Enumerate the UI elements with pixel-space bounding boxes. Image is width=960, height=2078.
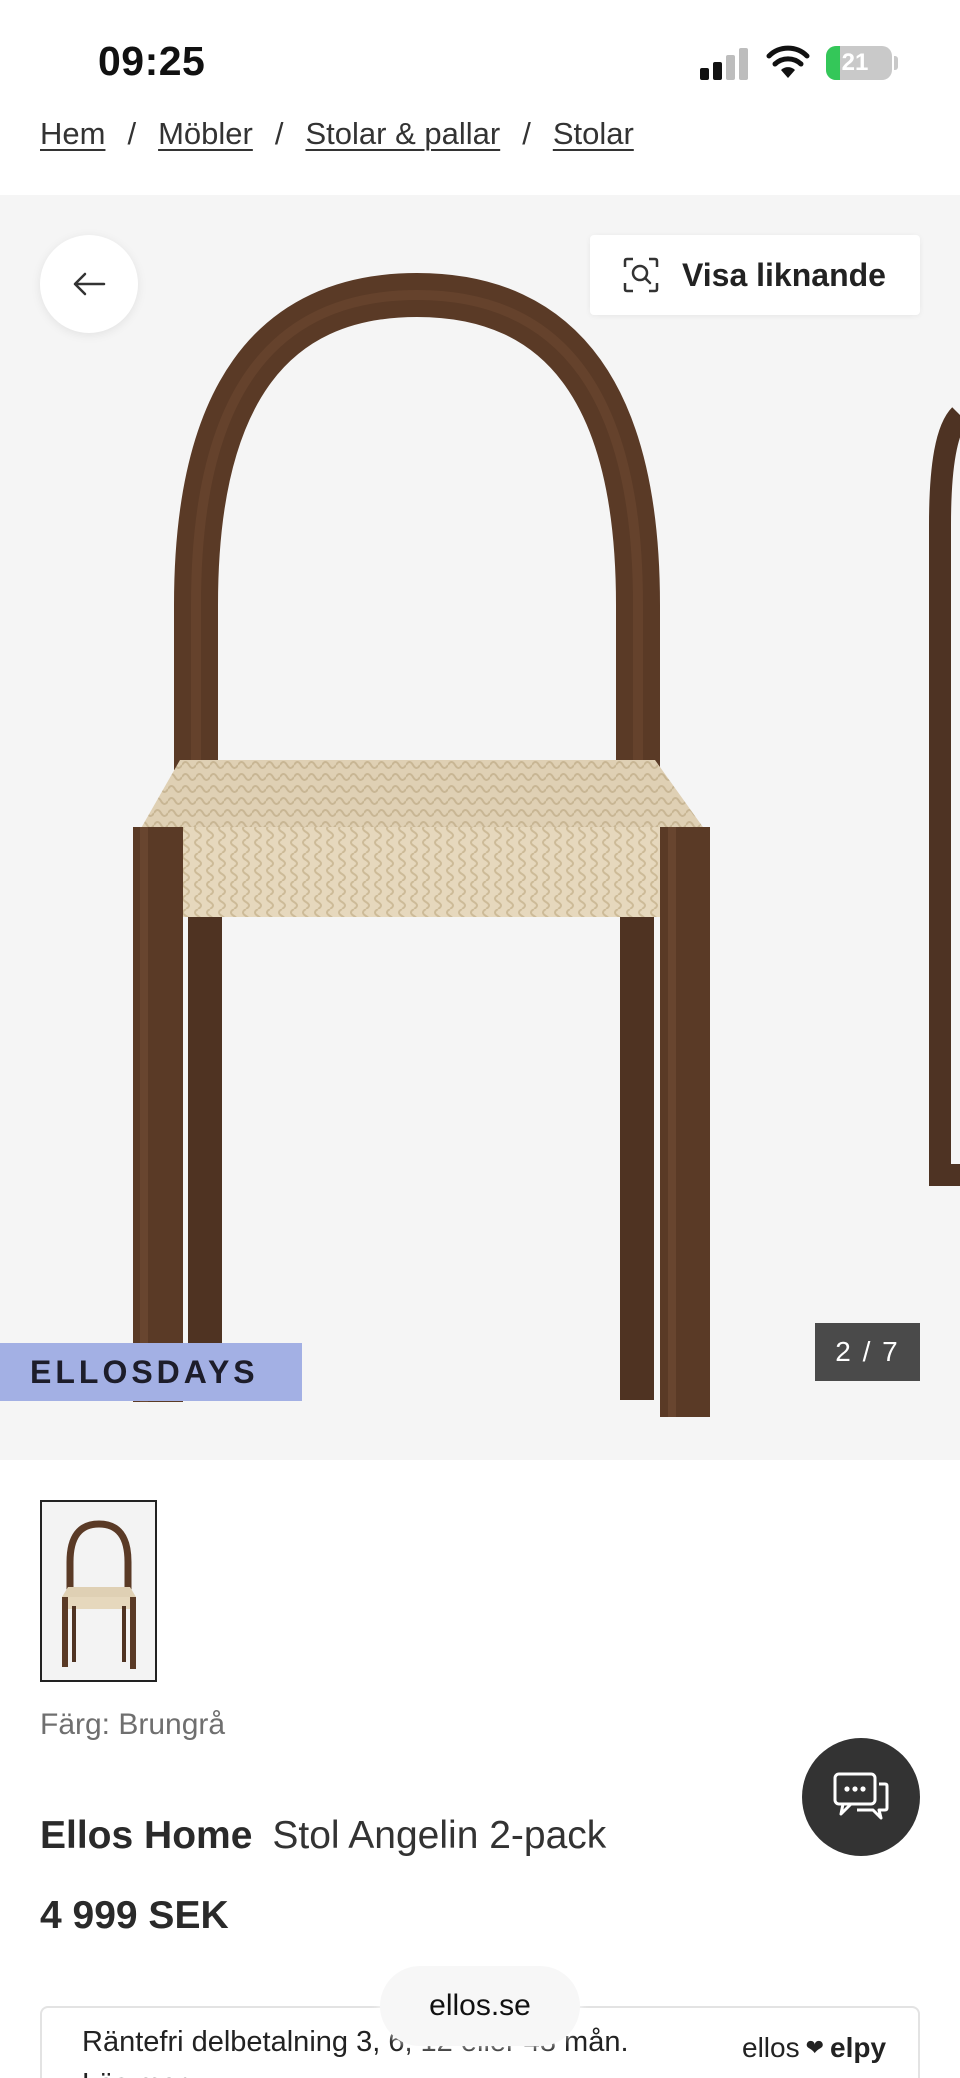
status-time: 09:25	[98, 38, 206, 84]
battery-icon: 21	[826, 46, 892, 80]
elpy-logo-text: elpy	[830, 2032, 887, 2063]
visa-liknande-label: Visa liknande	[682, 256, 886, 293]
status-bar: 09:25 21	[0, 0, 960, 120]
product-title: Ellos Home Stol Angelin 2-pack	[40, 1814, 606, 1858]
thumbnail-image[interactable]	[40, 1500, 157, 1682]
breadcrumb-stolar[interactable]: Stolar	[553, 116, 634, 152]
wifi-icon	[766, 45, 810, 78]
back-button[interactable]	[40, 235, 138, 333]
browser-url-bar[interactable]: ellos.se	[380, 1966, 580, 2046]
product-image-gallery[interactable]: Visa liknande 2 / 7 ELLOSDAYS	[0, 195, 960, 1460]
heart-icon: ❤	[805, 2035, 825, 2060]
breadcrumb-stolar-pallar[interactable]: Stolar & pallar	[305, 116, 500, 152]
image-counter: 2 / 7	[815, 1323, 920, 1381]
signal-icon	[700, 48, 752, 80]
payment-read-more-link[interactable]: Läs mer	[82, 2068, 187, 2078]
chat-bubbles-icon	[833, 1772, 889, 1820]
breadcrumb-separator: /	[274, 116, 284, 151]
ellos-elpy-logo: ellos ❤ elpy	[742, 2032, 886, 2064]
breadcrumb: Hem / Möbler / Stolar & pallar / Stolar	[40, 112, 634, 156]
product-brand[interactable]: Ellos Home	[40, 1814, 252, 1857]
battery-level: 21	[841, 49, 869, 76]
product-image-chair	[133, 272, 960, 1417]
arrow-left-icon	[73, 272, 106, 296]
breadcrumb-separator: /	[127, 116, 137, 151]
breadcrumb-mobler[interactable]: Möbler	[158, 116, 253, 152]
product-price: 4 999 SEK	[40, 1894, 229, 1937]
battery-cap	[894, 56, 898, 70]
breadcrumb-hem[interactable]: Hem	[40, 116, 105, 152]
promo-tag: ELLOSDAYS	[0, 1343, 302, 1401]
color-label: Färg: Brungrå	[40, 1708, 226, 1741]
visa-liknande-button[interactable]: Visa liknande	[590, 235, 920, 315]
thumbnail-chair-image	[42, 1502, 155, 1680]
product-name: Stol Angelin 2-pack	[272, 1814, 607, 1857]
visual-search-icon	[623, 257, 659, 293]
ellos-logo-text: ellos	[742, 2032, 800, 2063]
breadcrumb-separator: /	[522, 116, 531, 151]
chat-button[interactable]	[802, 1738, 920, 1856]
